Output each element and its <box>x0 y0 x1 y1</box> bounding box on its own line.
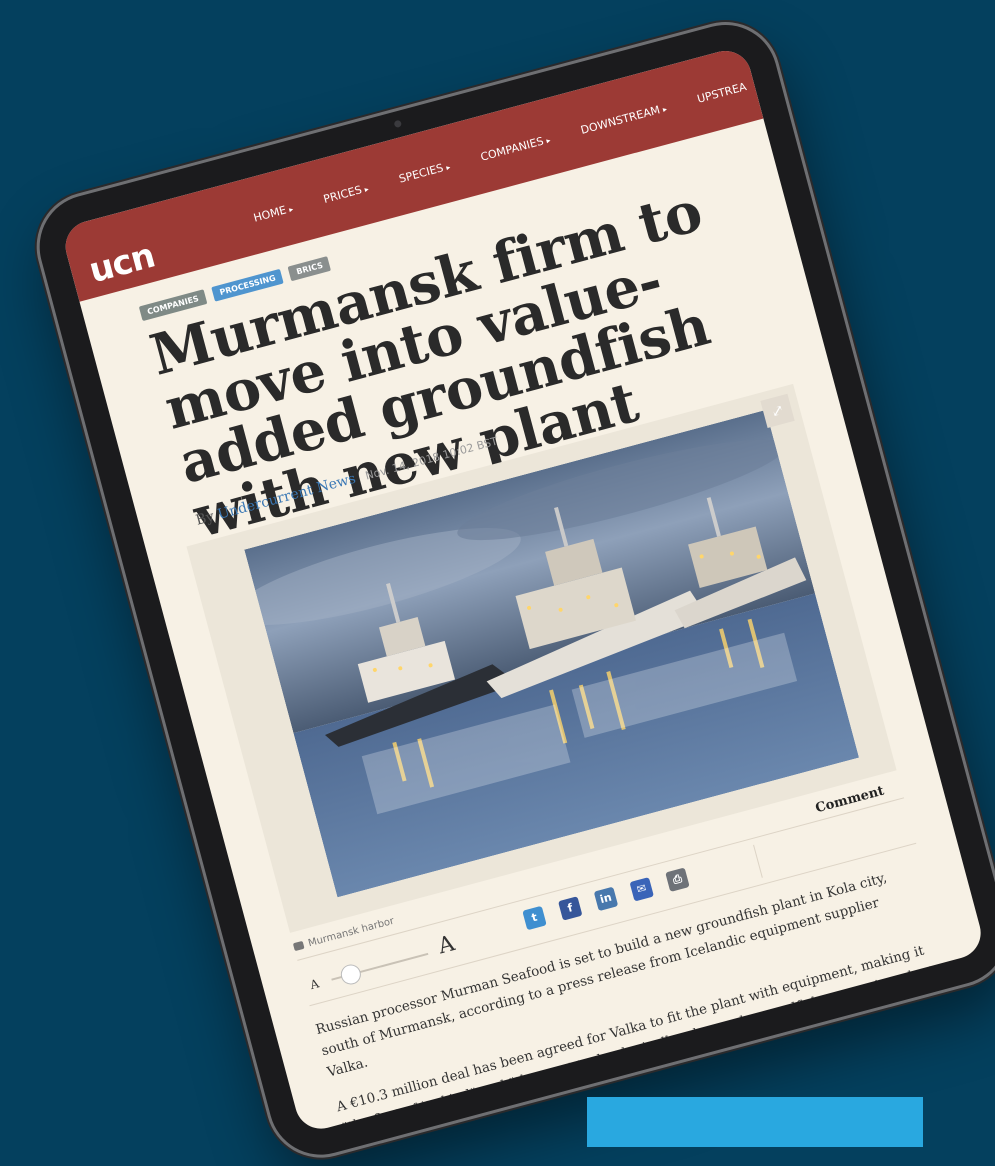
chevron-right-icon: ▸ <box>661 104 668 115</box>
camera-icon <box>292 940 305 952</box>
print-icon[interactable]: ⎙ <box>665 867 690 892</box>
share-buttons: t f in ✉ ⎙ <box>522 867 690 931</box>
tablet-device: ucn HOME▸ PRICES▸ SPECIES▸ COMPANIES▸ DO… <box>28 13 995 1166</box>
expand-icon[interactable]: ⤢ <box>760 393 795 428</box>
nav-item-home[interactable]: HOME▸ <box>252 202 295 224</box>
nav-item-downstream[interactable]: DOWNSTREAM▸ <box>579 101 668 137</box>
cta-banner[interactable] <box>587 1097 923 1147</box>
font-size-large-label: A <box>435 931 458 960</box>
chevron-right-icon: ▸ <box>445 162 452 173</box>
chevron-right-icon: ▸ <box>545 135 552 146</box>
tools-divider <box>753 844 763 878</box>
linkedin-icon[interactable]: in <box>593 886 619 912</box>
chevron-right-icon: ▸ <box>363 184 370 194</box>
email-icon[interactable]: ✉ <box>629 877 654 902</box>
camera-icon <box>393 119 403 129</box>
twitter-icon[interactable]: t <box>522 905 547 931</box>
nav-item-companies[interactable]: COMPANIES▸ <box>479 133 552 163</box>
nav-item-prices[interactable]: PRICES▸ <box>322 181 370 206</box>
font-size-slider-handle[interactable] <box>338 962 364 987</box>
nav-item-species[interactable]: SPECIES▸ <box>398 160 452 185</box>
tablet-frame: ucn HOME▸ PRICES▸ SPECIES▸ COMPANIES▸ DO… <box>28 13 995 1166</box>
chevron-right-icon: ▸ <box>288 204 295 215</box>
tablet-screen: ucn HOME▸ PRICES▸ SPECIES▸ COMPANIES▸ DO… <box>59 45 987 1135</box>
nav-item-upstream[interactable]: UPSTREA <box>696 80 748 106</box>
facebook-icon[interactable]: f <box>558 896 583 921</box>
font-size-small-label: A <box>308 976 321 993</box>
site-logo[interactable]: ucn <box>85 236 159 292</box>
